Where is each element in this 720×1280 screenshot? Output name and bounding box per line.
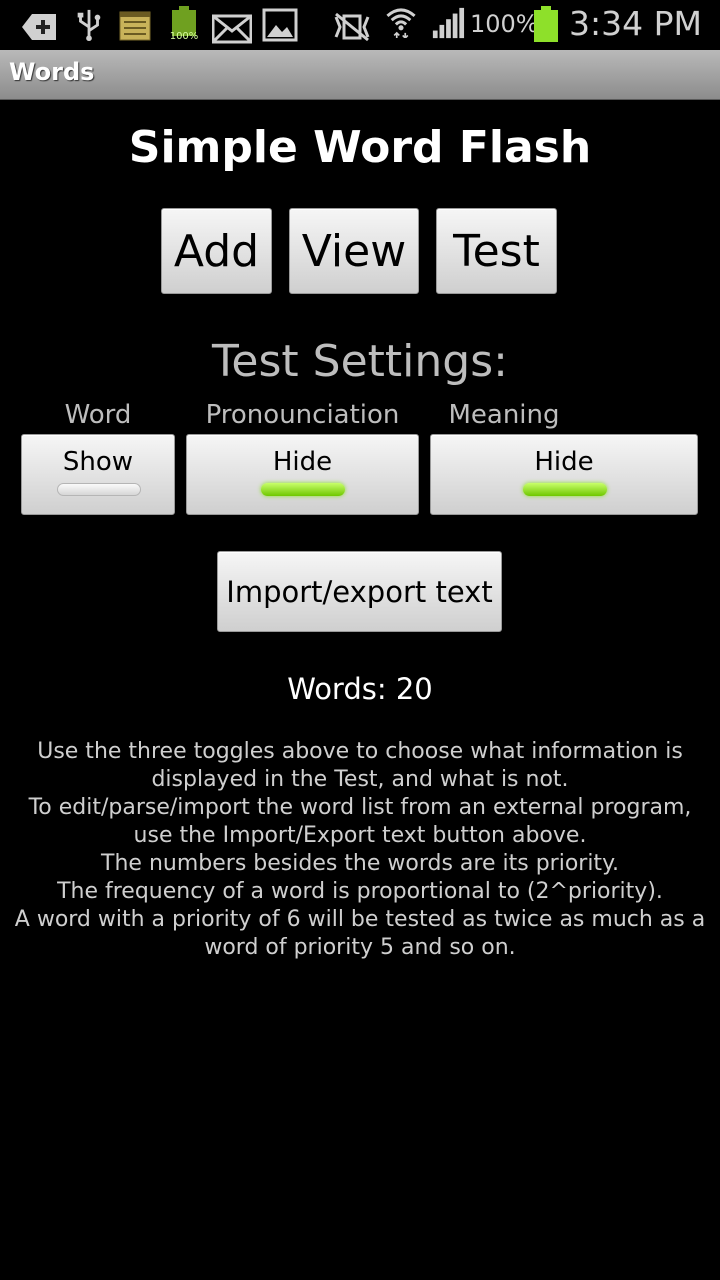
toggle-indicator xyxy=(57,483,141,496)
mail-icon xyxy=(212,14,252,44)
vibrate-icon xyxy=(334,12,370,42)
word-toggle[interactable]: Show xyxy=(21,434,175,515)
add-button[interactable]: Add xyxy=(161,208,272,294)
pronounciation-toggle[interactable]: Hide xyxy=(186,434,419,515)
battery-icon xyxy=(534,6,558,44)
meaning-toggle-value: Hide xyxy=(534,447,594,477)
import-export-button[interactable]: Import/export text xyxy=(217,551,502,632)
word-toggle-value: Show xyxy=(62,447,134,477)
notes-icon xyxy=(119,11,151,41)
status-bar: 100% 100% 3:34 PM xyxy=(0,0,720,50)
help-line: The numbers besides the words are its pr… xyxy=(101,851,619,876)
help-line: To edit/parse/import the word list from … xyxy=(28,795,692,820)
word-count: Words: 20 xyxy=(287,672,433,706)
app-title: Simple Word Flash xyxy=(128,122,592,173)
usb-icon xyxy=(77,9,101,42)
pronounciation-toggle-label: Pronounciation xyxy=(205,400,400,430)
help-text: Use the three toggles above to choose wh… xyxy=(10,738,710,962)
add-icon xyxy=(22,14,56,40)
word-toggle-label: Word xyxy=(64,400,132,430)
wifi-icon xyxy=(386,8,416,38)
view-button[interactable]: View xyxy=(289,208,419,294)
help-line: displayed in the Test, and what is not. xyxy=(151,767,569,792)
battery-full-icon: 100% xyxy=(168,6,200,44)
help-line: A word with a priority of 6 will be test… xyxy=(14,907,706,932)
battery-percent: 100% xyxy=(470,10,539,38)
settings-title: Test Settings: xyxy=(212,336,508,387)
toggle-indicator xyxy=(261,483,345,496)
signal-icon xyxy=(432,7,465,39)
status-time: 3:34 PM xyxy=(569,4,702,43)
battery-icon-text: 100% xyxy=(169,31,199,42)
image-icon xyxy=(262,8,298,42)
meaning-toggle-label: Meaning xyxy=(448,400,560,430)
help-line: use the Import/Export text button above. xyxy=(133,823,587,848)
meaning-toggle[interactable]: Hide xyxy=(430,434,698,515)
window-title: Words xyxy=(9,58,95,86)
title-bar: Words xyxy=(0,50,720,100)
help-line: Use the three toggles above to choose wh… xyxy=(37,739,683,764)
pronounciation-toggle-value: Hide xyxy=(272,447,333,477)
test-button[interactable]: Test xyxy=(436,208,557,294)
help-line: word of priority 5 and so on. xyxy=(204,935,516,960)
help-line: The frequency of a word is proportional … xyxy=(57,879,663,904)
toggle-indicator xyxy=(523,483,607,496)
